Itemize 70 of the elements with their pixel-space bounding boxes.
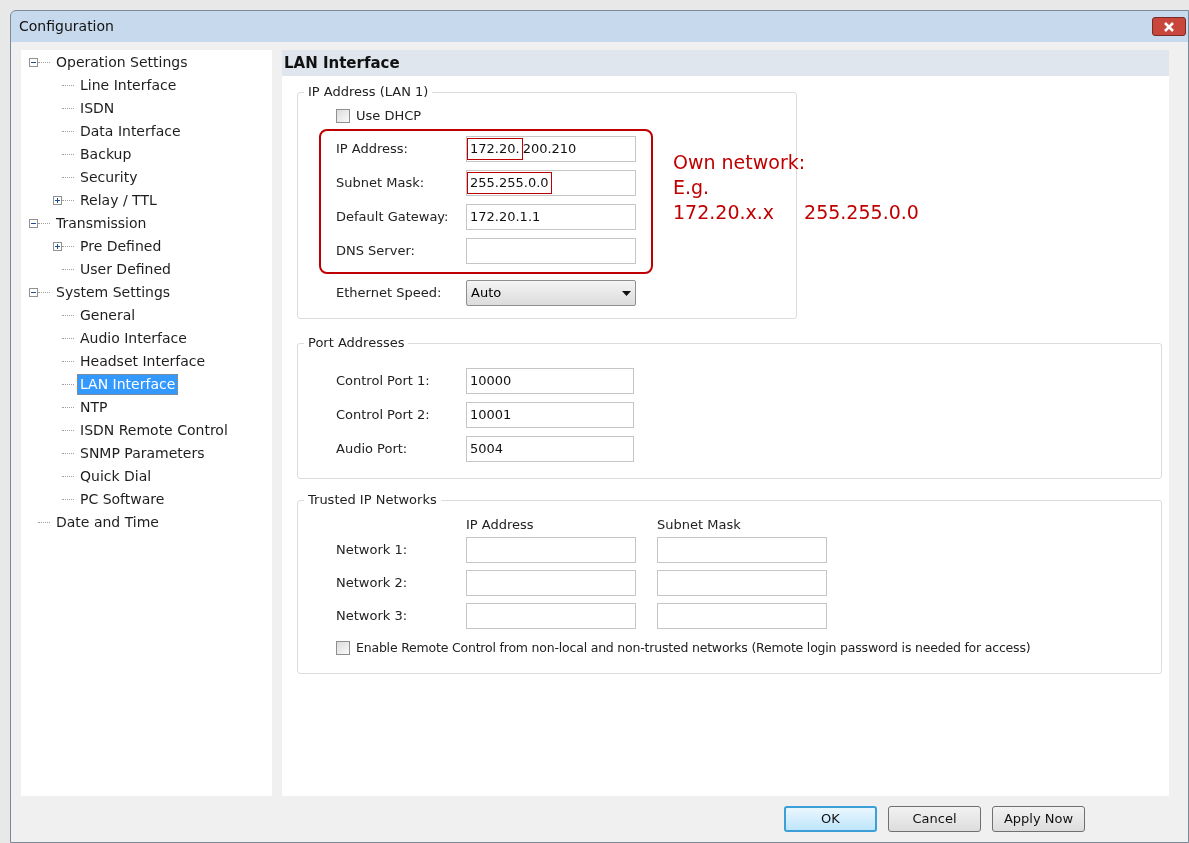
- input-field[interactable]: 172.20. 200.210: [466, 136, 636, 162]
- dialog-button[interactable]: OK: [784, 806, 877, 832]
- field-label: Ethernet Speed:: [336, 284, 443, 303]
- field-label: Control Port 2:: [336, 406, 431, 425]
- tree-item[interactable]: Date and Time: [53, 512, 162, 533]
- dropdown[interactable]: Auto: [466, 280, 636, 306]
- annotation-text: 255.255.0.0: [804, 200, 919, 225]
- close-icon: [1163, 21, 1175, 32]
- tree-item[interactable]: SNMP Parameters: [77, 443, 208, 464]
- field-label: Subnet Mask:: [336, 174, 426, 193]
- checkbox[interactable]: [336, 109, 350, 123]
- field-label: Network 2:: [336, 574, 409, 593]
- expand-icon[interactable]: [53, 196, 62, 205]
- dialog-button[interactable]: Apply Now: [992, 806, 1085, 832]
- checkbox-label: Use DHCP: [356, 107, 422, 126]
- tree-item[interactable]: General: [77, 305, 139, 326]
- tree-item[interactable]: Headset Interface: [77, 351, 209, 372]
- column-header: Subnet Mask: [657, 516, 742, 534]
- field-label: IP Address:: [336, 140, 409, 159]
- caret-icon: [622, 290, 631, 296]
- tree-item[interactable]: NTP: [77, 397, 111, 418]
- tree-item[interactable]: User Defined: [77, 259, 174, 280]
- collapse-icon[interactable]: [29, 219, 38, 228]
- panel-title: LAN Interface: [284, 52, 400, 74]
- tree-item[interactable]: Security: [77, 167, 141, 188]
- field-label: Network 1:: [336, 541, 409, 560]
- collapse-icon[interactable]: [29, 58, 38, 67]
- input-field[interactable]: [466, 238, 636, 264]
- input-field[interactable]: [657, 537, 827, 563]
- collapse-icon[interactable]: [29, 288, 38, 297]
- tree-item[interactable]: Operation Settings: [53, 52, 191, 73]
- input-field[interactable]: 172.20.1.1: [466, 204, 636, 230]
- tree-item[interactable]: System Settings: [53, 282, 174, 303]
- checkbox[interactable]: [336, 641, 350, 656]
- input-field[interactable]: [466, 537, 636, 563]
- tree-item[interactable]: Quick Dial: [77, 466, 155, 487]
- field-label: Default Gateway:: [336, 208, 450, 227]
- annotation-text: E.g.: [673, 175, 711, 200]
- input-field[interactable]: 5004: [466, 436, 634, 462]
- input-field[interactable]: [466, 603, 636, 629]
- window-title: Configuration: [19, 17, 114, 36]
- input-field[interactable]: [657, 570, 827, 596]
- input-field[interactable]: 10001: [466, 402, 634, 428]
- tree-item[interactable]: Pre Defined: [77, 236, 165, 257]
- field-label: Network 3:: [336, 607, 409, 626]
- dialog-button[interactable]: Cancel: [888, 806, 981, 832]
- close-button[interactable]: [1152, 17, 1186, 36]
- field-label: DNS Server:: [336, 242, 416, 261]
- tree-item[interactable]: Line Interface: [77, 75, 180, 96]
- tree-item[interactable]: PC Software: [77, 489, 168, 510]
- input-field[interactable]: 255.255.0.0: [466, 170, 636, 196]
- highlight-frame: 172.20.: [467, 138, 523, 160]
- annotation-text: 172.20.x.x: [673, 200, 775, 225]
- tree-item[interactable]: Transmission: [53, 213, 150, 234]
- checkbox-label: Enable Remote Control from non-local and non-trusted networks (Remote login password is needed for access): [356, 639, 1031, 657]
- annotation-text: Own network:: [673, 150, 807, 175]
- field-label: Audio Port:: [336, 440, 409, 459]
- input-field[interactable]: 10000: [466, 368, 634, 394]
- tree-item[interactable]: Backup: [77, 144, 135, 165]
- column-header: IP Address: [466, 516, 535, 534]
- expand-icon[interactable]: [53, 242, 62, 251]
- tree-item[interactable]: Audio Interface: [77, 328, 190, 349]
- tree-item[interactable]: ISDN Remote Control: [77, 420, 231, 441]
- field-label: Control Port 1:: [336, 372, 431, 391]
- input-field[interactable]: [657, 603, 827, 629]
- tree-item[interactable]: Data Interface: [77, 121, 184, 142]
- highlight-frame: 255.255.0.0: [467, 172, 552, 194]
- input-field[interactable]: [466, 570, 636, 596]
- tree-item[interactable]: Relay / TTL: [77, 190, 160, 211]
- tree-item[interactable]: ISDN: [77, 98, 118, 119]
